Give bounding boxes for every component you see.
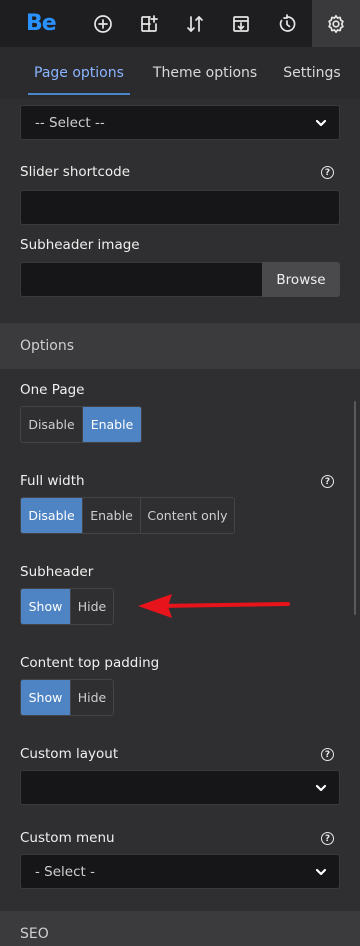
chevron-down-icon bbox=[315, 117, 327, 129]
custom-layout-label: Custom layout bbox=[20, 746, 119, 762]
top-toolbar: Be bbox=[0, 0, 360, 47]
slider-shortcode-input[interactable] bbox=[20, 190, 340, 225]
content-top-padding-label: Content top padding bbox=[20, 655, 160, 671]
browse-button[interactable]: Browse bbox=[262, 262, 340, 297]
history-icon[interactable] bbox=[264, 0, 310, 47]
slider-shortcode-label: Slider shortcode bbox=[20, 164, 131, 180]
content-top-padding-hide[interactable]: Hide bbox=[71, 680, 113, 715]
subheader-toggle: Show Hide bbox=[20, 588, 114, 625]
help-icon[interactable]: ? bbox=[321, 832, 334, 845]
scrollbar[interactable] bbox=[354, 401, 356, 615]
content-top-padding-toggle: Show Hide bbox=[20, 679, 114, 716]
one-page-enable[interactable]: Enable bbox=[83, 407, 141, 442]
help-icon[interactable]: ? bbox=[321, 166, 334, 179]
subheader-hide[interactable]: Hide bbox=[71, 589, 113, 624]
subheader-label: Subheader bbox=[20, 564, 94, 580]
full-width-content-only[interactable]: Content only bbox=[141, 498, 234, 533]
full-width-enable[interactable]: Enable bbox=[83, 498, 141, 533]
tab-theme-options[interactable]: Theme options bbox=[153, 47, 257, 99]
one-page-label: One Page bbox=[20, 382, 85, 398]
tab-settings[interactable]: Settings bbox=[283, 47, 340, 99]
add-section-icon[interactable] bbox=[126, 0, 172, 47]
full-width-disable[interactable]: Disable bbox=[21, 498, 83, 533]
chevron-down-icon bbox=[315, 782, 327, 794]
custom-layout-select[interactable] bbox=[20, 770, 340, 805]
top-select-value: -- Select -- bbox=[35, 114, 105, 131]
full-width-label: Full width bbox=[20, 473, 85, 489]
content-top-padding-show[interactable]: Show bbox=[21, 680, 71, 715]
gear-icon[interactable] bbox=[312, 0, 360, 47]
subheader-image-input[interactable] bbox=[20, 262, 263, 297]
one-page-disable[interactable]: Disable bbox=[21, 407, 83, 442]
subheader-image-label: Subheader image bbox=[20, 237, 140, 253]
custom-menu-label: Custom menu bbox=[20, 830, 115, 846]
chevron-down-icon bbox=[315, 866, 327, 878]
subheader-show[interactable]: Show bbox=[21, 589, 71, 624]
import-icon[interactable] bbox=[218, 0, 264, 47]
section-options: Options bbox=[0, 323, 360, 369]
tab-page-options[interactable]: Page options bbox=[28, 47, 130, 99]
top-select[interactable]: -- Select -- bbox=[20, 105, 340, 140]
custom-menu-select[interactable]: - Select - bbox=[20, 854, 340, 889]
full-width-toggle: Disable Enable Content only bbox=[20, 497, 235, 534]
options-panel: -- Select -- Slider shortcode ? Subheade… bbox=[0, 99, 360, 946]
add-circle-icon[interactable] bbox=[80, 0, 126, 47]
sort-icon[interactable] bbox=[172, 0, 218, 47]
one-page-toggle: Disable Enable bbox=[20, 406, 142, 443]
custom-menu-value: - Select - bbox=[35, 863, 95, 880]
help-icon[interactable]: ? bbox=[321, 748, 334, 761]
logo[interactable]: Be bbox=[0, 0, 80, 47]
annotation-arrow-icon bbox=[138, 594, 290, 618]
section-seo: SEO bbox=[0, 911, 360, 946]
help-icon[interactable]: ? bbox=[321, 475, 334, 488]
tab-bar: Page options Theme options Settings bbox=[0, 47, 360, 99]
